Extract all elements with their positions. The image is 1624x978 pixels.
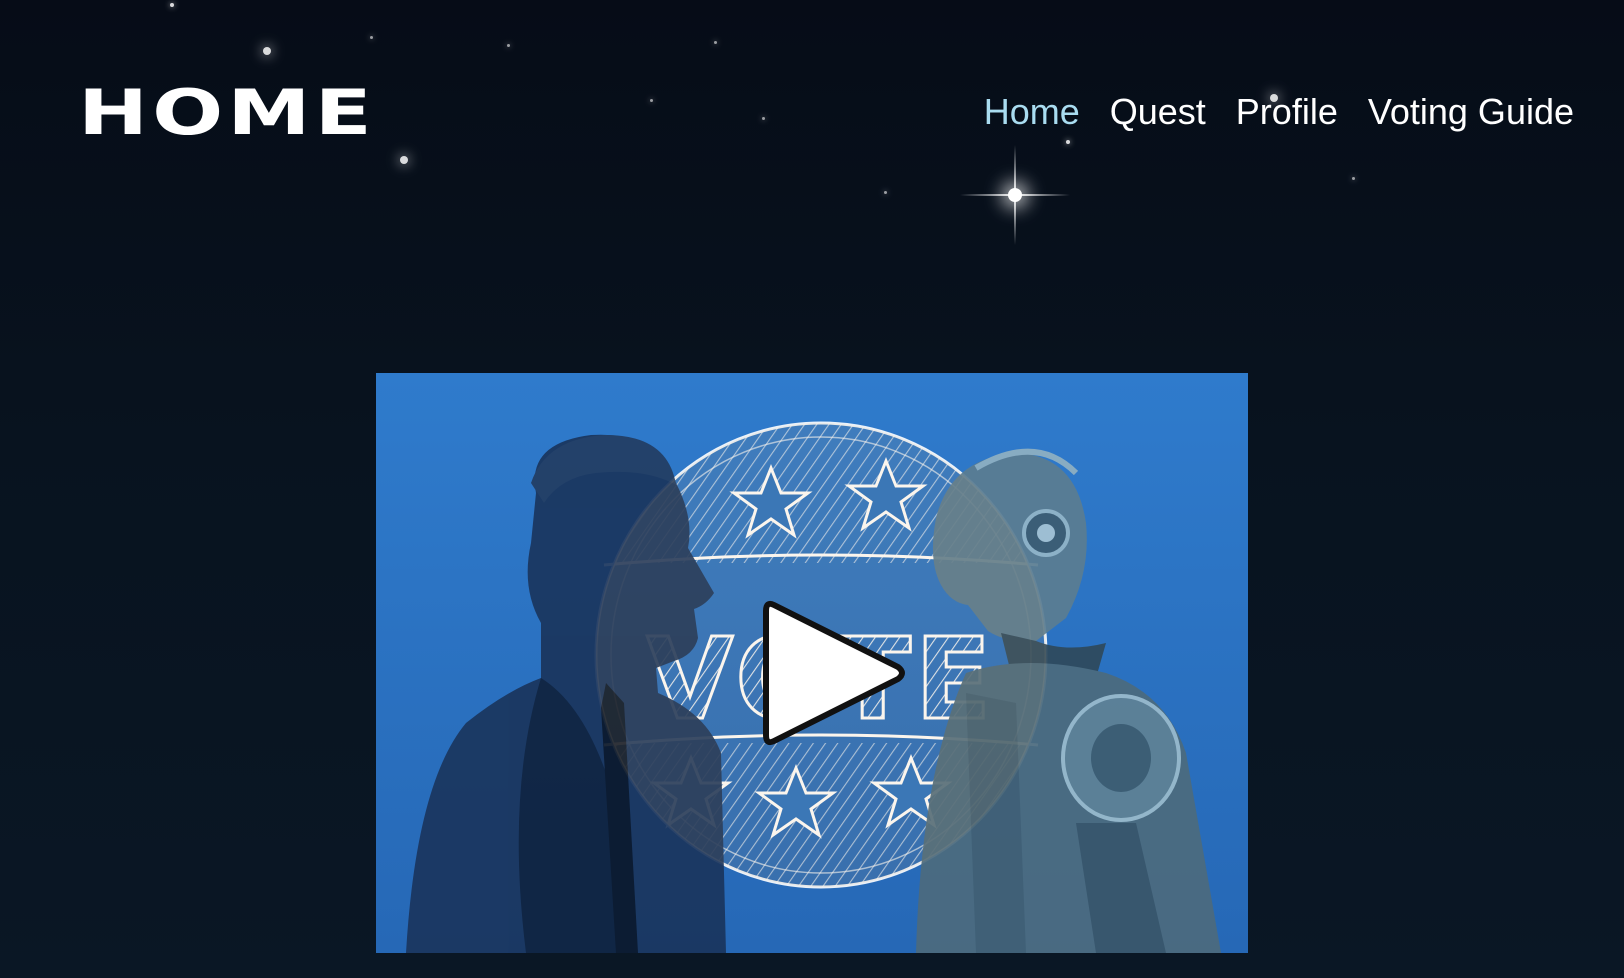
star [507,44,510,47]
video-player[interactable]: VOTE [376,373,1248,953]
play-icon [763,600,905,746]
star [1352,177,1355,180]
nav-item-voting-guide[interactable]: Voting Guide [1368,90,1574,133]
nav-item-home[interactable]: Home [984,90,1080,133]
star [650,99,653,102]
star [1066,140,1070,144]
star [400,156,408,164]
nav-item-profile[interactable]: Profile [1236,90,1338,133]
star [762,117,765,120]
site-logo[interactable]: HOME [78,82,376,144]
nav-item-quest[interactable]: Quest [1110,90,1206,133]
star [714,41,717,44]
star [170,3,174,7]
star [884,191,887,194]
play-button[interactable] [752,593,912,753]
main-nav: Home Quest Profile Voting Guide [984,90,1574,133]
star [370,36,373,39]
star [263,47,271,55]
